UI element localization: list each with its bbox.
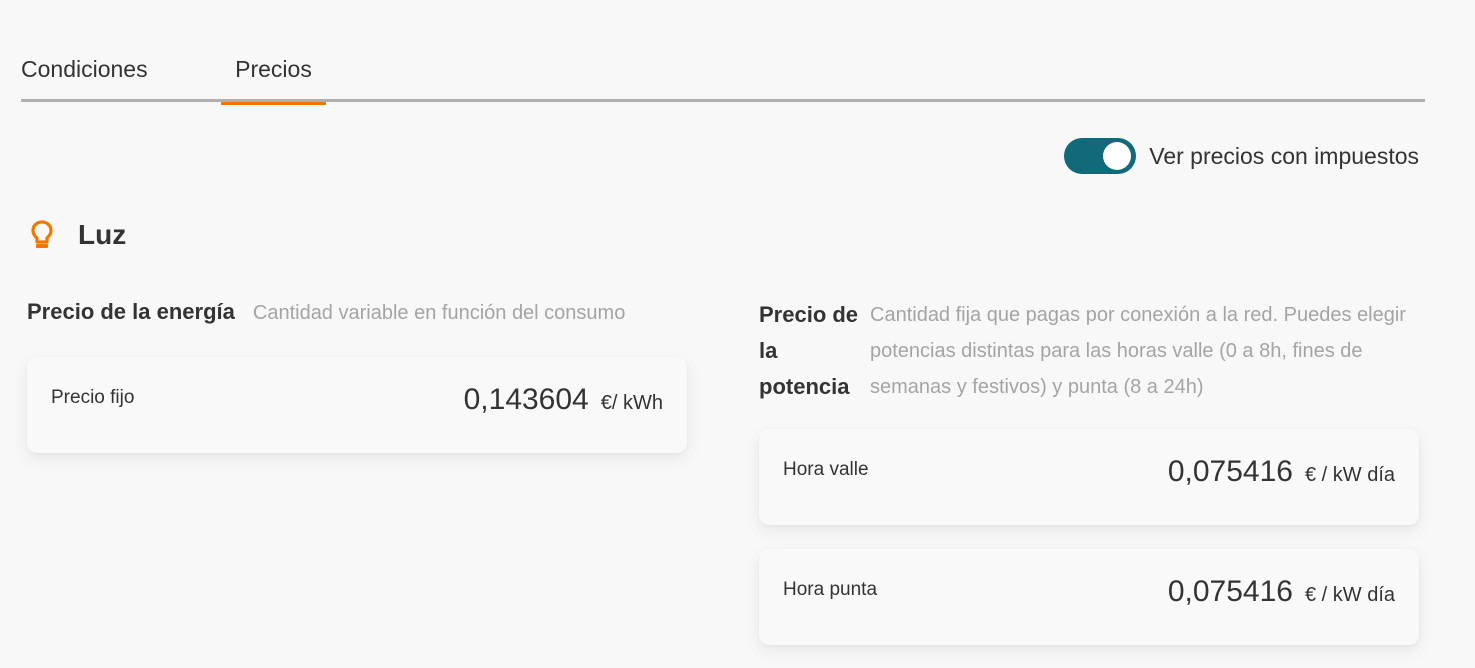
energy-header: Precio de la energía Cantidad variable e… <box>27 299 625 325</box>
price-value: 0,075416 <box>1167 455 1293 488</box>
tab-label: Precios <box>235 56 312 82</box>
price-value-group: 0,075416 € / kW día <box>1168 455 1395 489</box>
energy-title: Precio de la energía <box>27 299 235 324</box>
price-value-group: 0,143604 €/ kWh <box>464 383 663 417</box>
price-label: Hora punta <box>783 579 878 600</box>
price-value: 0,075416 <box>1167 575 1293 608</box>
power-description: Cantidad fija que pagas por conexión a l… <box>870 304 1406 398</box>
energy-description: Cantidad variable en función del consumo <box>252 302 626 324</box>
tab-condiciones[interactable]: Condiciones <box>21 40 148 102</box>
price-unit: € / kW día <box>1304 584 1395 606</box>
lightbulb-icon <box>31 220 53 248</box>
tab-bar: Condiciones Precios <box>21 40 1425 105</box>
active-tab-indicator <box>221 102 326 105</box>
price-unit: € / kW día <box>1304 464 1395 486</box>
tab-precios[interactable]: Precios <box>221 40 326 105</box>
price-card-fixed: Precio fijo 0,143604 €/ kWh <box>27 357 687 453</box>
power-title: Precio de la potencia <box>759 302 859 399</box>
price-unit: €/ kWh <box>600 392 663 414</box>
price-label: Precio fijo <box>51 387 135 408</box>
price-card-valle: Hora valle 0,075416 € / kW día <box>759 429 1419 525</box>
prices-page: Condiciones Precios Ver precios con impu… <box>0 0 1475 668</box>
section-title: Luz <box>78 219 127 250</box>
tab-label: Condiciones <box>21 56 148 82</box>
price-card-punta: Hora punta 0,075416 € / kW día <box>759 549 1419 645</box>
tax-toggle-label: Ver precios con impuestos <box>1149 142 1419 169</box>
tax-toggle[interactable] <box>1064 138 1137 174</box>
price-value: 0,143604 <box>463 383 589 416</box>
section-header: Luz <box>28 213 126 257</box>
tax-toggle-row: Ver precios con impuestos <box>1064 137 1419 175</box>
toggle-knob <box>1103 142 1132 170</box>
price-value-group: 0,075416 € / kW día <box>1168 575 1395 609</box>
price-label: Hora valle <box>783 459 869 480</box>
